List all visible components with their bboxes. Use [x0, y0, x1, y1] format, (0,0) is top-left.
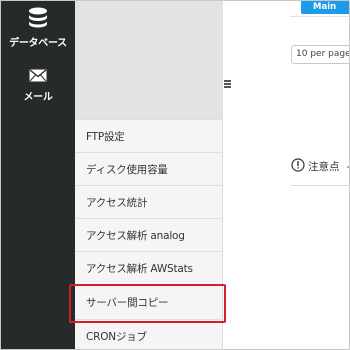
menu-toggle-icon[interactable] — [224, 80, 232, 89]
main-content: Main 10 per page 注意点 ⌄ — [233, 1, 349, 349]
submenu-item-ftp[interactable]: FTP設定 — [75, 119, 223, 152]
submenu-item-label: CRONジョブ — [86, 331, 147, 343]
main-badge: Main — [301, 1, 349, 14]
submenu-item-label: ディスク使用容量 — [86, 164, 168, 176]
chevron-down-icon: ⌄ — [345, 161, 349, 170]
submenu-item-label: アクセス解析 analog — [86, 230, 185, 242]
submenu-item-access-stats[interactable]: アクセス統計 — [75, 185, 223, 218]
submenu-item-label: FTP設定 — [86, 131, 125, 143]
mail-icon — [29, 69, 47, 82]
per-page-select[interactable]: 10 per page — [291, 45, 349, 64]
divider — [291, 185, 349, 186]
screen: データベース メール FTP設定 ディスク使用容量 アクセス統計 アクセス解析 … — [0, 0, 350, 350]
sidebar-item-label: データベース — [9, 38, 67, 49]
database-icon — [29, 7, 47, 28]
sidebar-item-mail[interactable]: メール — [1, 69, 75, 103]
submenu-header-area — [75, 1, 223, 119]
alert-icon — [291, 158, 305, 172]
submenu-item-label: アクセス解析 AWStats — [86, 263, 193, 275]
divider — [290, 16, 349, 17]
highlight-box — [69, 284, 226, 323]
sidebar-item-label: メール — [23, 92, 53, 103]
notice-label: 注意点 — [308, 161, 340, 173]
submenu-item-analog[interactable]: アクセス解析 analog — [75, 218, 223, 251]
submenu-item-awstats[interactable]: アクセス解析 AWStats — [75, 251, 223, 284]
submenu-item-label: アクセス統計 — [86, 197, 148, 209]
submenu-item-cron[interactable]: CRONジョブ — [75, 319, 223, 349]
main-sidebar: データベース メール — [1, 1, 75, 349]
sidebar-item-database[interactable]: データベース — [1, 7, 75, 49]
submenu-item-disk-usage[interactable]: ディスク使用容量 — [75, 152, 223, 185]
